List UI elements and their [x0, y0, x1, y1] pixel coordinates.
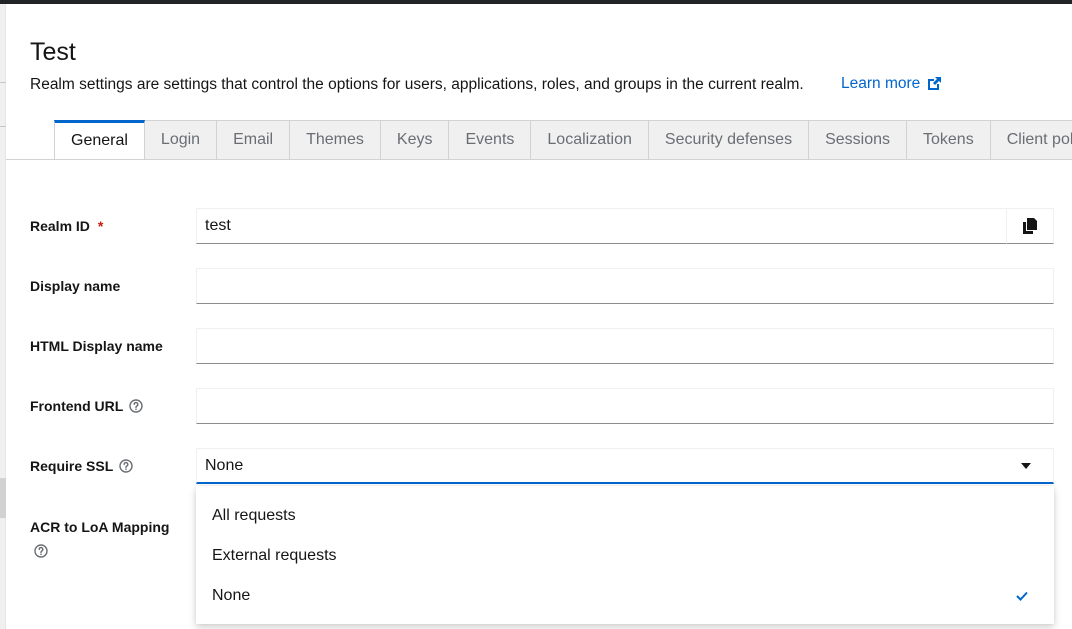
check-icon	[1016, 591, 1028, 601]
require-ssl-row: Require SSL None	[30, 448, 1054, 484]
tab-events[interactable]: Events	[449, 120, 532, 159]
learn-more-link[interactable]: Learn more	[841, 75, 942, 93]
tab-localization[interactable]: Localization	[531, 120, 649, 159]
sidebar-edge	[0, 4, 6, 629]
sidebar-divider	[0, 82, 6, 83]
display-name-label: Display name	[30, 278, 121, 294]
realm-id-input[interactable]: test	[196, 208, 1007, 244]
tab-tokens[interactable]: Tokens	[907, 120, 991, 159]
dropdown-option-none[interactable]: None	[196, 576, 1054, 616]
display-name-row: Display name	[30, 268, 1054, 304]
tab-keys[interactable]: Keys	[380, 120, 450, 159]
learn-more-label: Learn more	[841, 75, 921, 92]
copy-icon	[1023, 218, 1037, 234]
tab-login[interactable]: Login	[144, 120, 218, 159]
require-ssl-label: Require SSL	[30, 458, 133, 474]
page-title: Test	[30, 38, 76, 66]
realm-settings-tabs: General Login Email Themes Keys Events Localiz…	[6, 120, 1072, 160]
display-name-input[interactable]	[196, 268, 1054, 304]
dropdown-option-external-requests[interactable]: External requests	[196, 536, 1054, 576]
required-indicator: *	[97, 218, 104, 234]
tab-sessions[interactable]: Sessions	[809, 120, 907, 159]
html-display-name-row: HTML Display name	[30, 328, 1054, 364]
html-display-name-label: HTML Display name	[30, 338, 163, 354]
require-ssl-dropdown-menu: All requests External requests None	[196, 486, 1054, 624]
frontend-url-input[interactable]	[196, 388, 1054, 424]
tab-general[interactable]: General	[54, 120, 145, 159]
html-display-name-input[interactable]	[196, 328, 1054, 364]
frontend-url-label: Frontend URL	[30, 398, 144, 414]
require-ssl-value: None	[205, 456, 244, 474]
tab-email[interactable]: Email	[217, 120, 291, 159]
tab-client-polic[interactable]: Client polic	[990, 120, 1072, 159]
help-icon[interactable]	[119, 459, 133, 473]
help-icon[interactable]	[129, 399, 144, 413]
acr-mapping-label: ACR to LoA Mapping	[30, 519, 170, 535]
external-link-icon	[928, 77, 942, 90]
frontend-url-row: Frontend URL	[30, 388, 1054, 424]
sidebar-scroll-indicator	[0, 478, 6, 518]
realm-id-label: Realm ID *	[30, 218, 104, 234]
require-ssl-select[interactable]: None	[196, 448, 1054, 484]
help-icon[interactable]	[34, 544, 48, 558]
dropdown-option-all-requests[interactable]: All requests	[196, 496, 1054, 536]
caret-down-icon	[1021, 462, 1031, 469]
page-description: Realm settings are settings that control…	[30, 76, 804, 93]
copy-button[interactable]	[1006, 208, 1054, 244]
tab-security-defenses[interactable]: Security defenses	[648, 120, 810, 159]
tab-themes[interactable]: Themes	[290, 120, 381, 159]
realm-id-row: Realm ID * test	[30, 208, 1054, 244]
masthead-bar	[0, 0, 1072, 4]
